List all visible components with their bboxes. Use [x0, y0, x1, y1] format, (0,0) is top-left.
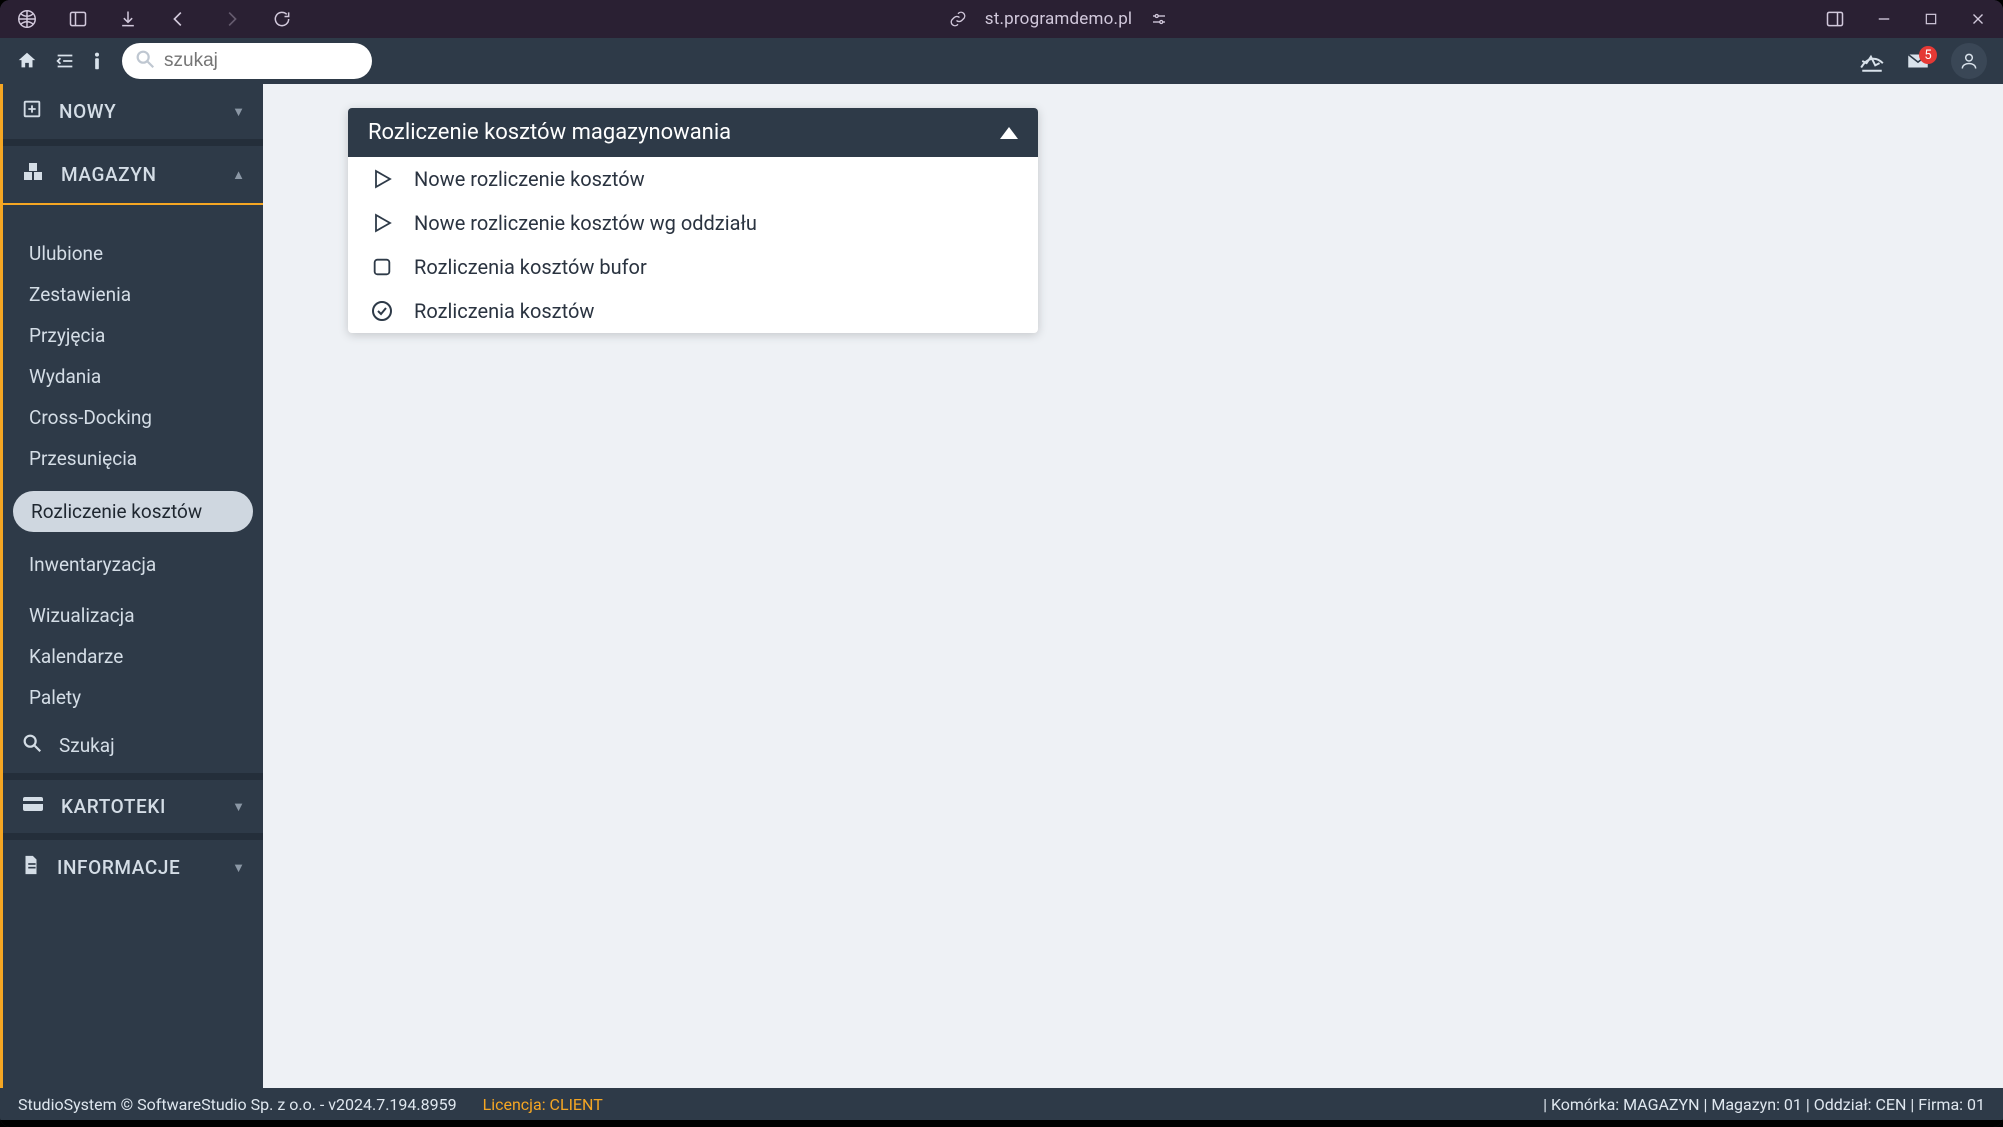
- sidebar-item-rozliczenie-kosztow[interactable]: Rozliczenie kosztów: [13, 491, 253, 532]
- sidebar-item-szukaj[interactable]: Szukaj: [3, 718, 263, 773]
- reload-icon[interactable]: [268, 5, 296, 33]
- plus-box-icon: [21, 98, 43, 125]
- frame-bottom: [0, 1120, 2003, 1127]
- sidebar-item-kalendarze[interactable]: Kalendarze: [3, 636, 263, 677]
- section-label: KARTOTEKI: [61, 795, 166, 818]
- link-icon: [945, 6, 971, 32]
- sidebar-item-inwentaryzacja[interactable]: Inwentaryzacja: [3, 544, 263, 585]
- chevron-down-icon: ▼: [232, 860, 245, 876]
- document-icon: [21, 854, 41, 881]
- section-label: MAGAZYN: [61, 163, 157, 186]
- sidebar-item-wizualizacja[interactable]: Wizualizacja: [3, 595, 263, 636]
- sidebar: NOWY ▼ MAGAZYN ▲ Ulubione Zestawienia Pr…: [3, 84, 263, 1088]
- search-icon: [21, 732, 43, 759]
- home-icon[interactable]: [16, 50, 38, 72]
- section-label: NOWY: [59, 100, 116, 123]
- panel-item-nowe-rozliczenie[interactable]: Nowe rozliczenie kosztów: [348, 157, 1038, 201]
- panel-item-label: Nowe rozliczenie kosztów: [414, 167, 645, 191]
- search-field[interactable]: [164, 50, 356, 72]
- appbar: 5: [0, 38, 2003, 84]
- chevron-down-icon: ▼: [232, 799, 245, 815]
- panel-item-label: Nowe rozliczenie kosztów wg oddziału: [414, 211, 757, 235]
- plane-icon[interactable]: [1859, 48, 1885, 74]
- square-icon: [368, 256, 396, 278]
- search-input[interactable]: [122, 43, 372, 79]
- page-url[interactable]: st.programdemo.pl: [985, 9, 1133, 29]
- sidebar-toggle-icon[interactable]: [64, 5, 92, 33]
- sidebar-item-ulubione[interactable]: Ulubione: [3, 233, 263, 274]
- content-area: Rozliczenie kosztów magazynowania Nowe r…: [263, 84, 2003, 1088]
- window-maximize-icon[interactable]: [1919, 7, 1943, 31]
- app-window: st.programdemo.pl: [0, 0, 2003, 1127]
- chevron-down-icon: ▼: [232, 104, 245, 120]
- window-minimize-icon[interactable]: [1871, 6, 1897, 32]
- sidebar-item-przesuniecia[interactable]: Przesunięcia: [3, 438, 263, 479]
- status-bar: StudioSystem © SoftwareStudio Sp. z o.o.…: [0, 1088, 2003, 1120]
- chevron-up-icon: ▲: [232, 167, 245, 183]
- sidebar-section-magazyn[interactable]: MAGAZYN ▲: [3, 146, 263, 205]
- info-icon[interactable]: [92, 50, 102, 72]
- sidebar-section-kartoteki[interactable]: KARTOTEKI ▼: [3, 780, 263, 833]
- panel-item-rozliczenia[interactable]: Rozliczenia kosztów: [348, 289, 1038, 333]
- notification-badge: 5: [1919, 46, 1937, 64]
- status-segments: | Komórka: MAGAZYN | Magazyn: 01 | Oddzi…: [1543, 1095, 1985, 1114]
- sidebar-item-cross-docking[interactable]: Cross-Docking: [3, 397, 263, 438]
- panel-rozliczenie: Rozliczenie kosztów magazynowania Nowe r…: [348, 108, 1038, 333]
- play-icon: [368, 211, 396, 235]
- back-icon[interactable]: [164, 4, 194, 34]
- search-icon: [134, 48, 156, 74]
- titlebar: st.programdemo.pl: [0, 0, 2003, 38]
- mail-button[interactable]: 5: [1905, 48, 1931, 74]
- sidebar-item-palety[interactable]: Palety: [3, 677, 263, 718]
- status-license: Licencja: CLIENT: [483, 1095, 603, 1114]
- panel-item-label: Rozliczenia kosztów bufor: [414, 255, 647, 279]
- split-view-icon[interactable]: [1821, 5, 1849, 33]
- download-icon[interactable]: [114, 5, 142, 33]
- sidebar-item-wydania[interactable]: Wydania: [3, 356, 263, 397]
- sidebar-section-nowy[interactable]: NOWY ▼: [3, 84, 263, 139]
- user-avatar[interactable]: [1951, 43, 1987, 79]
- sidebar-section-informacje[interactable]: INFORMACJE ▼: [3, 840, 263, 895]
- warehouse-icon: [21, 160, 45, 189]
- status-product: StudioSystem © SoftwareStudio Sp. z o.o.…: [18, 1095, 457, 1114]
- tune-icon[interactable]: [1146, 6, 1172, 32]
- card-icon: [21, 794, 45, 819]
- body: NOWY ▼ MAGAZYN ▲ Ulubione Zestawienia Pr…: [0, 84, 2003, 1088]
- panel-title: Rozliczenie kosztów magazynowania: [368, 120, 731, 145]
- play-icon: [368, 167, 396, 191]
- check-circle-icon: [368, 299, 396, 323]
- sidebar-item-label: Szukaj: [59, 734, 115, 757]
- window-close-icon[interactable]: [1965, 6, 1991, 32]
- browser-logo-icon: [12, 4, 42, 34]
- sidebar-item-przyjecia[interactable]: Przyjęcia: [3, 315, 263, 356]
- section-label: INFORMACJE: [57, 856, 180, 879]
- panel-item-label: Rozliczenia kosztów: [414, 299, 594, 323]
- panel-item-bufor[interactable]: Rozliczenia kosztów bufor: [348, 245, 1038, 289]
- panel-header[interactable]: Rozliczenie kosztów magazynowania: [348, 108, 1038, 157]
- outdent-icon[interactable]: [54, 50, 76, 72]
- sidebar-item-zestawienia[interactable]: Zestawienia: [3, 274, 263, 315]
- forward-icon[interactable]: [216, 4, 246, 34]
- collapse-up-icon: [1000, 120, 1018, 145]
- panel-item-nowe-rozliczenie-wg-oddzialu[interactable]: Nowe rozliczenie kosztów wg oddziału: [348, 201, 1038, 245]
